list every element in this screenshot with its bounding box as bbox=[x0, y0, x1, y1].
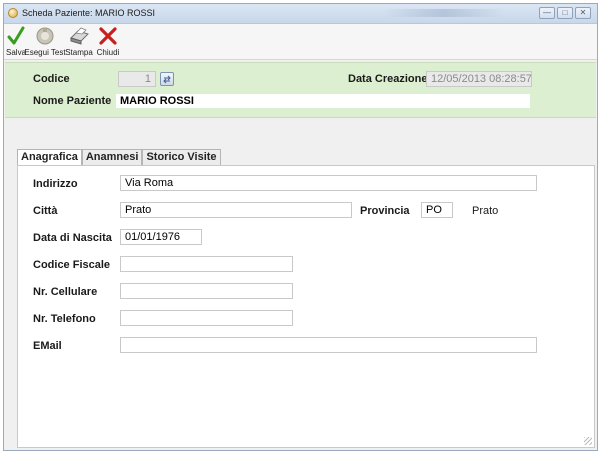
run-tests-button[interactable]: Esegui Test bbox=[24, 26, 66, 58]
data-nascita-field[interactable]: 01/01/1976 bbox=[120, 229, 202, 245]
print-label: Stampa bbox=[65, 48, 93, 57]
email-label: EMail bbox=[33, 340, 62, 352]
toolbar: Salva Esegui Test Stampa Chiudi bbox=[4, 24, 597, 60]
close-button[interactable]: Chiudi bbox=[94, 26, 122, 58]
codice-label: Codice bbox=[33, 73, 70, 85]
close-window-button[interactable]: ✕ bbox=[575, 7, 591, 19]
codice-fiscale-field[interactable] bbox=[120, 256, 293, 272]
app-icon bbox=[8, 8, 18, 18]
telefono-field[interactable] bbox=[120, 310, 293, 326]
print-button[interactable]: Stampa bbox=[64, 26, 94, 58]
window-controls: — □ ✕ bbox=[539, 7, 591, 19]
tests-icon bbox=[35, 26, 55, 46]
citta-field[interactable]: Prato bbox=[120, 202, 352, 218]
close-x-icon bbox=[98, 26, 118, 46]
nome-paziente-field[interactable]: MARIO ROSSI bbox=[115, 93, 531, 109]
provincia-field[interactable]: PO bbox=[421, 202, 453, 218]
tab-anamnesi[interactable]: Anamnesi bbox=[81, 149, 143, 165]
refresh-icon[interactable] bbox=[160, 72, 174, 86]
window-title: Scheda Paziente: MARIO ROSSI bbox=[22, 8, 156, 18]
anagrafica-panel: Indirizzo Via Roma Città Prato Provincia… bbox=[17, 165, 595, 448]
checkmark-icon bbox=[7, 26, 25, 46]
close-label: Chiudi bbox=[96, 48, 120, 57]
tab-storico-visite[interactable]: Storico Visite bbox=[142, 149, 221, 165]
data-creazione-field[interactable]: 12/05/2013 08:28:57 bbox=[426, 71, 532, 87]
data-nascita-label: Data di Nascita bbox=[33, 232, 112, 244]
resize-grip-icon[interactable] bbox=[584, 437, 592, 445]
codice-field[interactable]: 1 bbox=[118, 71, 156, 87]
nome-paziente-label: Nome Paziente bbox=[33, 95, 112, 107]
provincia-name: Prato bbox=[472, 205, 499, 217]
title-bar[interactable]: Scheda Paziente: MARIO ROSSI — □ ✕ bbox=[4, 4, 597, 24]
printer-icon bbox=[68, 26, 90, 46]
indirizzo-field[interactable]: Via Roma bbox=[120, 175, 537, 191]
tab-anagrafica[interactable]: Anagrafica bbox=[17, 149, 82, 166]
minimize-button[interactable]: — bbox=[539, 7, 555, 19]
patient-header-panel: Codice 1 Data Creazione 12/05/2013 08:28… bbox=[5, 62, 596, 118]
citta-label: Città bbox=[33, 205, 58, 217]
tab-strip: Anagrafica Anamnesi Storico Visite bbox=[17, 149, 221, 166]
title-bar-blur bbox=[384, 9, 504, 17]
email-field[interactable] bbox=[120, 337, 537, 353]
save-label: Salva bbox=[6, 48, 27, 57]
codice-fiscale-label: Codice Fiscale bbox=[33, 259, 111, 271]
save-button[interactable]: Salva bbox=[6, 26, 26, 58]
telefono-label: Nr. Telefono bbox=[33, 313, 96, 325]
patient-window: Scheda Paziente: MARIO ROSSI — □ ✕ Salva bbox=[3, 3, 598, 451]
tests-label: Esegui Test bbox=[24, 48, 66, 57]
maximize-button[interactable]: □ bbox=[557, 7, 573, 19]
cellulare-field[interactable] bbox=[120, 283, 293, 299]
indirizzo-label: Indirizzo bbox=[33, 178, 78, 190]
cellulare-label: Nr. Cellulare bbox=[33, 286, 98, 298]
provincia-label: Provincia bbox=[360, 205, 410, 217]
data-creazione-label: Data Creazione bbox=[348, 73, 428, 85]
